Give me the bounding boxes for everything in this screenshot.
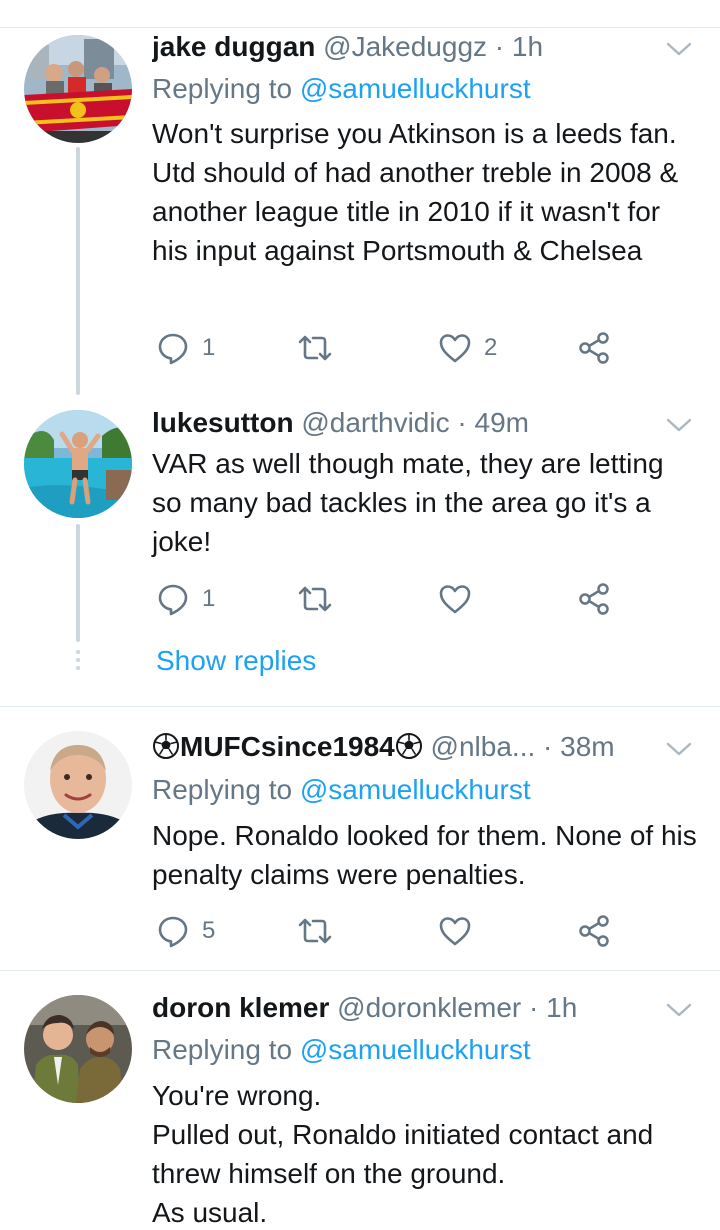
retweet-icon xyxy=(298,335,332,361)
share-button[interactable] xyxy=(578,328,612,368)
user-name[interactable]: MUFCsince1984 xyxy=(180,731,395,762)
reply-button[interactable]: 5 xyxy=(156,911,215,951)
tweet-header: doron klemer @doronklemer · 1h xyxy=(152,991,660,1025)
top-divider xyxy=(0,27,720,28)
tweet-text-line: Pulled out, Ronaldo initiated contact an… xyxy=(152,1119,654,1189)
tweet-text-line: You're wrong. xyxy=(152,1080,322,1111)
replying-label: Replying to xyxy=(152,73,293,104)
heart-icon xyxy=(439,585,471,614)
tweet-text: Nope. Ronaldo looked for them. None of h… xyxy=(152,820,697,890)
user-handle[interactable]: @doronklemer xyxy=(337,992,521,1023)
mention-link[interactable]: @samuelluckhurst xyxy=(300,1034,531,1065)
reply-count: 1 xyxy=(202,585,216,612)
avatar[interactable] xyxy=(24,35,132,143)
timestamp[interactable]: 1h xyxy=(546,992,577,1023)
avatar-image-icon xyxy=(24,410,132,518)
thread-line xyxy=(76,524,80,642)
thread-more-dots xyxy=(76,650,80,674)
like-button[interactable]: 2 xyxy=(438,328,497,368)
soccer-ball-icon xyxy=(395,733,422,759)
tweet-text: You're wrong. Pulled out, Ronaldo initia… xyxy=(152,1076,700,1230)
separator-dot: · xyxy=(529,992,539,1023)
replying-label: Replying to xyxy=(152,774,293,805)
avatar[interactable] xyxy=(24,995,132,1103)
tweet-menu-button[interactable] xyxy=(666,740,692,758)
retweet-icon xyxy=(298,586,332,612)
tweet-text-line: As usual. xyxy=(152,1197,268,1228)
show-replies-link[interactable]: Show replies xyxy=(156,644,316,678)
reply-button[interactable]: 1 xyxy=(156,579,215,619)
share-icon xyxy=(579,332,609,364)
user-name[interactable]: lukesutton xyxy=(152,407,294,438)
tweet-divider xyxy=(0,706,720,707)
tweet-divider xyxy=(0,970,720,971)
avatar-image-icon xyxy=(24,35,132,143)
timestamp[interactable]: 49m xyxy=(475,407,529,438)
separator-dot: · xyxy=(494,31,505,62)
avatar[interactable] xyxy=(24,410,132,518)
chevron-down-icon xyxy=(666,742,692,756)
reply-icon xyxy=(158,584,188,616)
retweet-button[interactable] xyxy=(296,579,334,619)
share-icon xyxy=(579,915,609,947)
user-name[interactable]: doron klemer xyxy=(152,992,329,1023)
avatar-image-icon xyxy=(24,731,132,839)
thread-line xyxy=(76,147,80,395)
replying-label: Replying to xyxy=(152,1034,293,1065)
mention-link[interactable]: @samuelluckhurst xyxy=(300,73,531,104)
heart-icon xyxy=(439,334,471,363)
reply-count: 5 xyxy=(202,917,216,944)
tweet-menu-button[interactable] xyxy=(666,40,692,58)
chevron-down-icon xyxy=(666,1003,692,1017)
user-handle[interactable]: @darthvidic xyxy=(301,407,449,438)
user-handle[interactable]: @nlba... xyxy=(431,731,536,762)
user-name[interactable]: jake duggan xyxy=(152,31,315,62)
tweet-header: MUFCsince1984 @nlba... · 38m xyxy=(152,730,660,764)
chevron-down-icon xyxy=(666,42,692,56)
reply-count: 1 xyxy=(202,334,216,361)
replying-to: Replying to @samuelluckhurst xyxy=(152,72,531,106)
separator-dot: · xyxy=(457,407,467,438)
like-button[interactable] xyxy=(438,911,472,951)
replying-to: Replying to @samuelluckhurst xyxy=(152,1033,531,1067)
timestamp[interactable]: 1h xyxy=(512,31,543,62)
tweet-menu-button[interactable] xyxy=(666,416,692,434)
retweet-icon xyxy=(298,918,332,944)
tweet-text: Won't surprise you Atkinson is a leeds f… xyxy=(152,118,679,266)
soccer-ball-icon xyxy=(153,733,179,759)
tweet-header: jake duggan @Jakeduggz · 1h xyxy=(152,30,660,64)
mention-link[interactable]: @samuelluckhurst xyxy=(300,774,531,805)
separator-dot: · xyxy=(543,731,553,762)
chevron-down-icon xyxy=(666,418,692,432)
reply-button[interactable]: 1 xyxy=(156,328,215,368)
tweet-text: VAR as well though mate, they are lettin… xyxy=(152,448,664,557)
user-handle[interactable]: @Jakeduggz xyxy=(323,31,487,62)
share-button[interactable] xyxy=(578,911,612,951)
share-icon xyxy=(579,583,609,615)
retweet-button[interactable] xyxy=(296,911,334,951)
tweet-header: lukesutton @darthvidic · 49m xyxy=(152,406,660,440)
replying-to: Replying to @samuelluckhurst xyxy=(152,773,531,807)
share-button[interactable] xyxy=(578,579,612,619)
timestamp[interactable]: 38m xyxy=(560,731,614,762)
reply-icon xyxy=(158,333,188,365)
like-button[interactable] xyxy=(438,579,472,619)
avatar[interactable] xyxy=(24,731,132,839)
like-count: 2 xyxy=(484,334,498,361)
retweet-button[interactable] xyxy=(296,328,334,368)
reply-icon xyxy=(158,916,188,948)
tweet-menu-button[interactable] xyxy=(666,1001,692,1019)
heart-icon xyxy=(439,917,471,946)
avatar-image-icon xyxy=(24,995,132,1103)
